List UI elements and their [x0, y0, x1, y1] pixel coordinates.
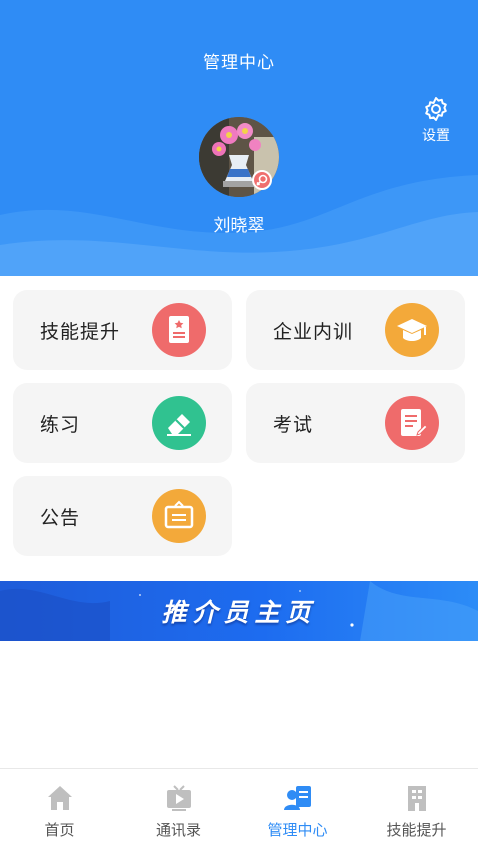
eraser-icon: [152, 396, 206, 450]
menu-card-exam[interactable]: 考试: [246, 383, 465, 463]
tab-contacts[interactable]: 通讯录: [119, 769, 238, 850]
tab-home[interactable]: 首页: [0, 769, 119, 850]
management-icon: [283, 786, 311, 810]
tab-label: 通讯录: [155, 821, 201, 839]
tab-management-center[interactable]: 管理中心: [238, 769, 357, 850]
menu-card-label: 考试: [273, 414, 314, 436]
settings-button[interactable]: 设置: [414, 96, 458, 145]
promoter-homepage-banner[interactable]: 推介员主页: [0, 581, 478, 641]
tv-icon: [166, 785, 191, 811]
menu-card-label: 企业内训: [273, 321, 354, 343]
notice-board-icon: [152, 489, 206, 543]
tab-label: 首页: [44, 821, 75, 839]
graduation-cap-icon: [385, 303, 439, 357]
menu-card-enterprise-training[interactable]: 企业内训: [246, 290, 465, 370]
menu-card-label: 练习: [40, 414, 81, 436]
tab-label: 技能提升: [386, 821, 447, 839]
banner-title: 推介员主页: [161, 598, 317, 627]
menu-card-notice[interactable]: 公告: [13, 476, 232, 556]
gear-icon: [425, 97, 447, 121]
female-icon: [252, 170, 272, 190]
bottom-tab-bar: 首页 通讯录 管理中心 技能提升: [0, 768, 478, 850]
menu-card-label: 公告: [40, 507, 81, 529]
user-name: 刘晓翠: [213, 216, 265, 236]
tab-label: 管理中心: [267, 821, 328, 839]
settings-label: 设置: [422, 128, 450, 144]
home-icon: [47, 786, 72, 810]
certificate-icon: [152, 303, 206, 357]
menu-card-label: 技能提升: [40, 321, 121, 343]
exam-paper-icon: [385, 396, 439, 450]
building-icon: [407, 786, 426, 811]
page-title: 管理中心: [203, 53, 275, 73]
tab-skill-upgrade[interactable]: 技能提升: [357, 769, 476, 850]
menu-card-skill-upgrade[interactable]: 技能提升: [13, 290, 232, 370]
menu-card-practice[interactable]: 练习: [13, 383, 232, 463]
profile-header: 管理中心 设置 刘晓翠: [0, 0, 478, 276]
